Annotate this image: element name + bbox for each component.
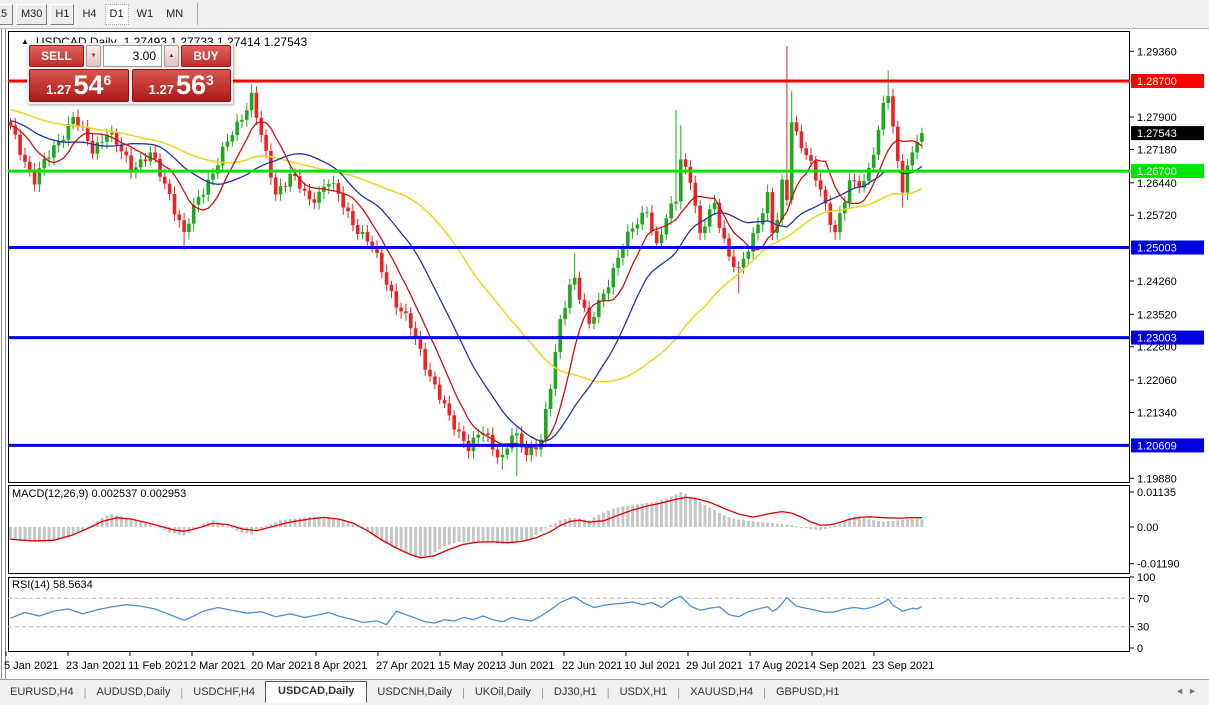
chart-tab-usdcad-daily[interactable]: USDCAD,Daily (265, 681, 367, 703)
svg-text:1.21340: 1.21340 (1137, 407, 1177, 419)
macd-indicator-label: MACD(12,26,9) 0.002537 0.002953 (12, 488, 186, 500)
timeframe-button-m30[interactable]: M30 (16, 4, 47, 25)
svg-text:1.25720: 1.25720 (1137, 210, 1177, 222)
svg-text:22 Jun 2021: 22 Jun 2021 (562, 660, 623, 672)
svg-text:1.28700: 1.28700 (1137, 76, 1177, 88)
svg-text:23 Jan 2021: 23 Jan 2021 (66, 660, 127, 672)
chart-canvas[interactable]: 1.29360 1.27900 1.27180 1.26440 1.25720 1.242… (0, 0, 1209, 705)
svg-text:100: 100 (1137, 572, 1155, 584)
svg-text:-0.01190: -0.01190 (1137, 559, 1180, 571)
chart-tab-audusd-daily[interactable]: AUDUSD,Daily (86, 682, 180, 703)
svg-text:1.26440: 1.26440 (1137, 178, 1177, 190)
buy-price-display[interactable]: 1.27 56 3 (132, 69, 232, 102)
chart-tab-ukoil-daily[interactable]: UKOil,Daily (465, 682, 541, 703)
volume-input[interactable]: 3.00 (103, 45, 162, 67)
svg-text:5 Jan 2021: 5 Jan 2021 (4, 660, 58, 672)
buy-big-figure: 1.27 (149, 82, 174, 97)
volume-increase-button[interactable]: ▲ (164, 45, 179, 67)
svg-text:30: 30 (1137, 622, 1149, 634)
sell-pip-fraction: 6 (104, 72, 112, 88)
svg-text:0.00: 0.00 (1137, 522, 1158, 534)
chart-tab-usdcnh-daily[interactable]: USDCNH,Daily (367, 682, 462, 703)
buy-pip-fraction: 3 (206, 72, 214, 88)
timeframe-button-15[interactable]: 15 (0, 4, 13, 25)
timeframe-button-h1[interactable]: H1 (50, 4, 74, 25)
svg-text:2 Mar 2021: 2 Mar 2021 (190, 660, 246, 672)
chevron-down-icon: ▼ (91, 53, 97, 59)
svg-text:1.25003: 1.25003 (1137, 243, 1177, 255)
svg-text:0.01135: 0.01135 (1137, 487, 1176, 499)
chart-tab-eurusd-h4[interactable]: EURUSD,H4 (0, 682, 84, 703)
svg-text:1.29360: 1.29360 (1137, 46, 1177, 58)
chart-tab-usdx-h1[interactable]: USDX,H1 (610, 682, 678, 703)
svg-text:20 Mar 2021: 20 Mar 2021 (251, 660, 313, 672)
chevron-up-icon: ▲ (169, 53, 175, 59)
buy-pips: 56 (176, 70, 206, 101)
svg-text:27 Apr 2021: 27 Apr 2021 (376, 660, 435, 672)
timeframe-button-w1[interactable]: W1 (132, 4, 159, 25)
svg-text:11 Feb 2021: 11 Feb 2021 (128, 660, 189, 672)
svg-text:23 Sep 2021: 23 Sep 2021 (872, 660, 934, 672)
rsi-indicator-label: RSI(14) 58.5634 (12, 579, 93, 591)
svg-text:1.19880: 1.19880 (1137, 473, 1177, 485)
timeframe-button-d1[interactable]: D1 (105, 4, 129, 25)
volume-decrease-button[interactable]: ▼ (86, 45, 101, 67)
svg-text:29 Jul 2021: 29 Jul 2021 (686, 660, 743, 672)
svg-text:1.26700: 1.26700 (1137, 166, 1177, 178)
one-click-trading-panel: SELL ▼ 3.00 ▲ BUY 1.27 54 6 1.27 56 3 (27, 43, 233, 104)
chart-tab-xauusd-h4[interactable]: XAUUSD,H4 (680, 682, 763, 703)
svg-text:15 May 2021: 15 May 2021 (438, 660, 502, 672)
sell-button[interactable]: SELL (29, 45, 84, 67)
sell-price-display[interactable]: 1.27 54 6 (29, 69, 129, 102)
symbol-tab-bar: EURUSD,H4|AUDUSD,Daily|USDCHF,H4USDCAD,D… (0, 679, 1209, 705)
svg-text:17 Aug 2021: 17 Aug 2021 (748, 660, 810, 672)
timeframe-button-h4[interactable]: H4 (77, 4, 101, 25)
svg-text:10 Jul 2021: 10 Jul 2021 (624, 660, 681, 672)
svg-text:1.23520: 1.23520 (1137, 309, 1177, 321)
svg-text:1.27900: 1.27900 (1137, 112, 1177, 124)
svg-text:1.27543: 1.27543 (1137, 128, 1177, 140)
tab-scroll-arrows[interactable]: ◄► (1175, 686, 1201, 696)
toolbar-separator (197, 3, 198, 25)
sell-pips: 54 (73, 70, 103, 101)
timeframe-button-mn[interactable]: MN (161, 4, 188, 25)
svg-text:1.20609: 1.20609 (1137, 440, 1177, 452)
svg-text:1.22060: 1.22060 (1137, 375, 1177, 387)
chart-tab-usdchf-h4[interactable]: USDCHF,H4 (183, 682, 265, 703)
buy-button[interactable]: BUY (181, 45, 231, 67)
chart-tab-dj30-h1[interactable]: DJ30,H1 (544, 682, 607, 703)
svg-text:1.24260: 1.24260 (1137, 276, 1177, 288)
svg-text:4 Sep 2021: 4 Sep 2021 (810, 660, 866, 672)
trading-terminal-window: 1.29360 1.27900 1.27180 1.26440 1.25720 1.242… (0, 0, 1209, 705)
timeframe-toolbar: 15M30H1H4D1W1MN (0, 0, 1209, 29)
svg-text:8 Apr 2021: 8 Apr 2021 (314, 660, 367, 672)
svg-text:3 Jun 2021: 3 Jun 2021 (500, 660, 554, 672)
svg-text:1.27180: 1.27180 (1137, 144, 1177, 156)
svg-text:0: 0 (1137, 643, 1143, 655)
chart-tab-gbpusd-h1[interactable]: GBPUSD,H1 (766, 682, 850, 703)
sell-big-figure: 1.27 (46, 82, 71, 97)
svg-text:1.23003: 1.23003 (1137, 333, 1177, 345)
svg-text:70: 70 (1137, 593, 1149, 605)
